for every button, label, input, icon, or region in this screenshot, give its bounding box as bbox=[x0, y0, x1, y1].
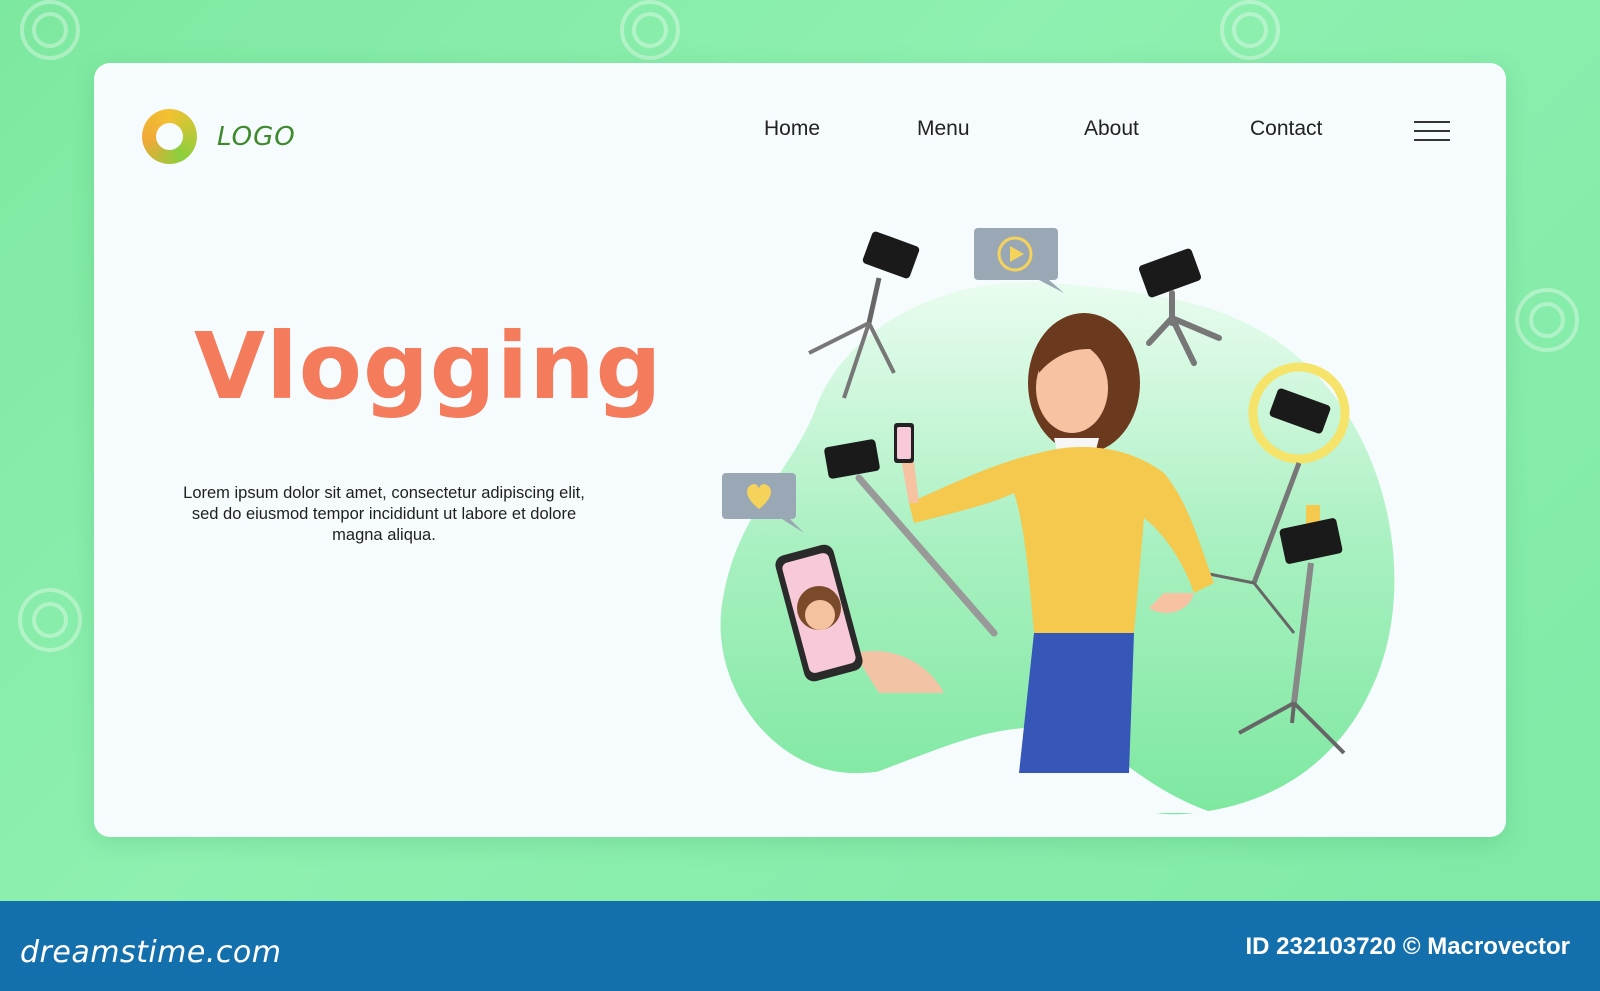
footer-bar: dreamstime.com ID 232103720 © Macrovecto… bbox=[0, 901, 1600, 991]
watermark-swirl-icon bbox=[1515, 288, 1579, 352]
hero-description: Lorem ipsum dolor sit amet, consectetur … bbox=[183, 484, 585, 544]
hamburger-icon[interactable] bbox=[1414, 121, 1450, 143]
footer-image-id: ID 232103720 © Macrovector bbox=[1245, 933, 1570, 960]
watermark-swirl-icon bbox=[18, 588, 82, 652]
watermark-swirl-icon bbox=[1220, 0, 1280, 60]
watermark-swirl-icon bbox=[20, 0, 80, 60]
nav-about[interactable]: About bbox=[1084, 117, 1139, 141]
hero-title: Vlogging bbox=[194, 313, 663, 420]
nav-home[interactable]: Home bbox=[764, 117, 820, 141]
landing-page-card: LOGO Home Menu About Contact Vlogging Lo… bbox=[94, 63, 1506, 837]
footer-brand[interactable]: dreamstime.com bbox=[20, 935, 281, 970]
top-navigation: Home Menu About Contact bbox=[94, 117, 1506, 147]
nav-contact[interactable]: Contact bbox=[1250, 117, 1322, 141]
vlogging-illustration bbox=[720, 228, 1395, 815]
watermark-swirl-icon bbox=[620, 0, 680, 60]
nav-menu[interactable]: Menu bbox=[917, 117, 970, 141]
